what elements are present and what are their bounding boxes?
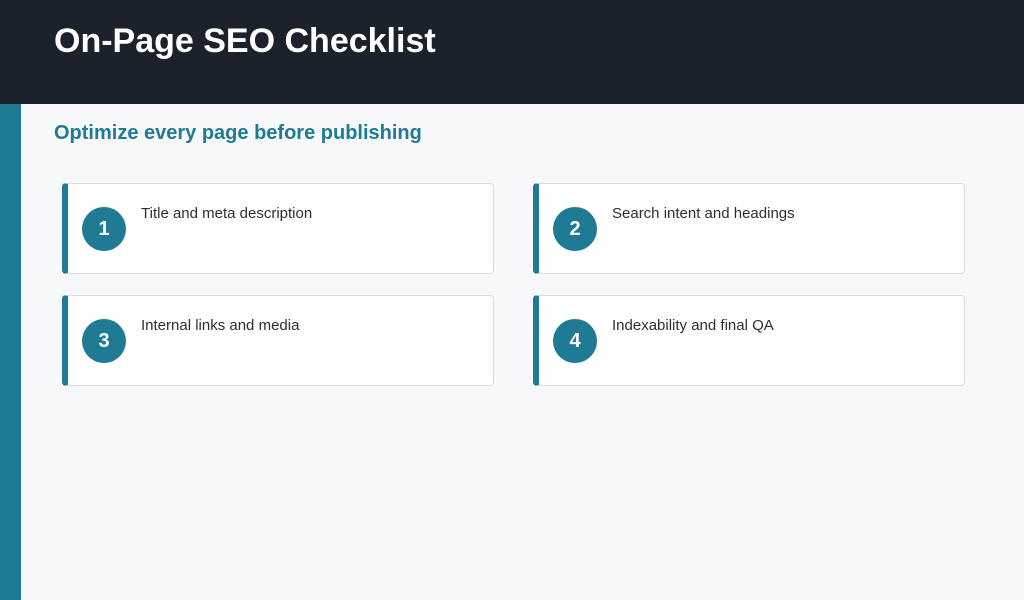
step-number-badge: 4: [553, 319, 597, 363]
checklist-item-label: Indexability and final QA: [612, 317, 774, 334]
page-title: On-Page SEO Checklist: [54, 22, 436, 60]
checklist-item-label: Internal links and media: [141, 317, 300, 334]
checklist-item-4: 4 Indexability and final QA: [533, 295, 965, 386]
page-subtitle: Optimize every page before publishing: [54, 122, 422, 144]
page-header: On-Page SEO Checklist: [0, 0, 1024, 104]
checklist-item-2: 2 Search intent and headings: [533, 183, 965, 274]
step-number-badge: 3: [82, 319, 126, 363]
accent-side-bar: [0, 104, 21, 600]
checklist-item-1: 1 Title and meta description: [62, 183, 494, 274]
step-number-badge: 1: [82, 207, 126, 251]
checklist-item-label: Search intent and headings: [612, 205, 795, 222]
step-number-badge: 2: [553, 207, 597, 251]
checklist-item-label: Title and meta description: [141, 205, 313, 222]
checklist-item-3: 3 Internal links and media: [62, 295, 494, 386]
